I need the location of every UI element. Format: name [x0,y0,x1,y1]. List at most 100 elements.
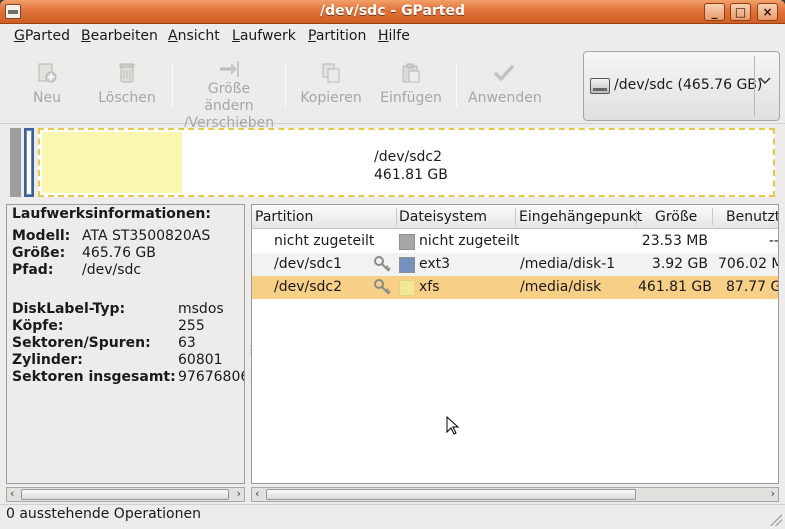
maximize-button[interactable]: □ [730,3,751,21]
resize-arrow-icon [218,58,240,80]
info-heads: Köpfe: 255 [12,318,205,334]
info-disklabel: DiskLabel-Typ: msdos [12,301,224,317]
pending-operations-status: 0 ausstehende Operationen [6,506,201,522]
info-model-value: ATA ST3500820AS [82,228,211,244]
gparted-window: /dev/sdc - GParted _ □ × GParted Bearbei… [0,0,785,529]
device-selector-value: /dev/sdc (465.76 GB) [614,77,763,93]
info-sectors-track-value: 63 [178,335,196,351]
new-partition-icon [36,62,58,84]
column-header-filesystem[interactable]: Dateisystem [399,209,487,225]
menu-ansicht[interactable]: Ansicht [168,28,220,44]
resize-grip-icon[interactable] [770,514,782,526]
scrollbar-thumb[interactable] [266,489,636,500]
info-sectors-track-label: Sektoren/Spuren: [12,335,151,351]
disk-info-panel: Laufwerksinformationen: Modell: ATA ST350… [6,204,245,484]
cell-partition: nicht zugeteilt [274,233,375,249]
partition-table: Partition Dateisystem Eingehängepunkt Gr… [251,204,779,484]
column-separator [712,208,713,225]
cell-used: --- [768,233,779,249]
info-sectors-track: Sektoren/Spuren: 63 [12,335,196,351]
disk-info-heading: Laufwerksinformationen: [12,206,211,222]
info-path: Pfad: /dev/sdc [12,262,141,278]
cell-partition: /dev/sdc1 [274,256,343,272]
cell-partition: /dev/sdc2 [274,279,343,295]
column-header-used[interactable]: Benutzt [726,209,778,225]
column-header-mountpoint[interactable]: Eingehängepunkt [519,209,642,225]
menu-partition[interactable]: Partition [308,28,366,44]
table-row-selected[interactable]: /dev/sdc2 xfs /media/disk 461.81 GB 87.7… [252,276,778,299]
new-button[interactable]: Neu [24,52,70,118]
disk-graph-partition-name: /dev/sdc2 [374,149,443,165]
cell-filesystem: ext3 [419,256,451,272]
info-total-sectors: Sektoren insgesamt:976768065 [12,369,244,385]
pane-resize-handle[interactable]: ⋮ [246,345,256,357]
info-cylinders-value: 60801 [178,352,223,368]
column-header-partition[interactable]: Partition [255,209,313,225]
menu-gparted[interactable]: GParted [14,28,70,44]
disk-graph-sdc2-used [42,132,182,193]
key-icon [373,255,393,274]
status-bar: 0 ausstehende Operationen [0,504,785,529]
scroll-left-icon[interactable]: ‹ [255,487,259,500]
scroll-right-icon[interactable]: › [771,487,775,500]
scrollbar-thumb[interactable] [21,489,229,500]
paste-button[interactable]: Einfügen [380,52,442,118]
column-separator [396,208,397,225]
delete-label: Löschen [98,90,156,106]
cell-used: 706.02 MB [718,256,778,272]
copy-button[interactable]: Kopieren [300,52,362,118]
info-heads-label: Köpfe: [12,318,64,334]
delete-button[interactable]: Löschen [96,52,158,118]
mouse-cursor-icon [446,415,460,436]
apply-button[interactable]: Anwenden [468,52,542,118]
new-label: Neu [33,90,61,106]
apply-label: Anwenden [468,90,542,106]
info-path-value: /dev/sdc [82,262,142,278]
menu-laufwerk[interactable]: Laufwerk [232,28,296,44]
table-header: Partition Dateisystem Eingehängepunkt Gr… [252,205,778,229]
menu-hilfe[interactable]: Hilfe [378,28,410,44]
cell-size: 23.53 MB [641,233,708,249]
info-disklabel-value: msdos [178,301,224,317]
copy-label: Kopieren [300,90,362,106]
close-button[interactable]: × [757,3,778,21]
combo-separator [754,56,755,116]
scroll-left-icon[interactable]: ‹ [10,487,14,500]
cell-filesystem: nicht zugeteilt [419,233,520,249]
disk-graph: /dev/sdc2 461.81 GB [8,127,777,199]
cell-mountpoint: /media/disk [520,279,602,295]
column-separator [636,208,637,225]
info-total-sectors-value: 976768065 [178,369,244,385]
menu-bearbeiten[interactable]: Bearbeiten [81,28,158,44]
title-bar[interactable]: /dev/sdc - GParted _ □ × [0,0,785,24]
minimize-button[interactable]: _ [704,3,725,21]
disk-graph-sdc2-text: /dev/sdc2 461.81 GB [374,148,448,184]
column-header-size[interactable]: Größe [655,209,697,225]
info-path-label: Pfad: [12,262,54,278]
disk-graph-partition-size: 461.81 GB [374,167,448,183]
cell-size: 461.81 GB [638,279,712,295]
toolbar-separator [285,64,286,108]
filesystem-color-swatch [399,257,415,273]
checkmark-icon [493,62,515,84]
cell-used: 87.77 GB [726,279,778,295]
table-scrollbar[interactable]: ‹ › [251,487,779,502]
scroll-right-icon[interactable]: › [237,487,241,500]
device-selector[interactable]: /dev/sdc (465.76 GB) [583,51,780,121]
table-row[interactable]: nicht zugeteilt nicht zugeteilt 23.53 MB… [252,230,779,253]
info-cylinders: Zylinder: 60801 [12,352,223,368]
key-icon [373,278,393,297]
info-cylinders-label: Zylinder: [12,352,83,368]
resize-move-button[interactable]: Größe ändern /Verschieben [183,52,275,131]
disk-graph-sdc1[interactable] [24,128,34,197]
disk-graph-sdc2[interactable]: /dev/sdc2 461.81 GB [38,128,775,197]
info-model-label: Modell: [12,228,71,244]
info-disklabel-label: DiskLabel-Typ: [12,301,126,317]
info-size-value: 465.76 GB [82,245,156,261]
paste-icon [400,62,422,84]
chevron-down-icon[interactable] [759,74,771,90]
table-row[interactable]: /dev/sdc1 ext3 /media/disk-1 3.92 GB 706… [252,253,778,276]
disk-graph-unallocated[interactable] [10,128,21,197]
info-panel-scrollbar[interactable]: ‹ › [6,487,245,502]
filesystem-color-swatch [399,234,415,250]
